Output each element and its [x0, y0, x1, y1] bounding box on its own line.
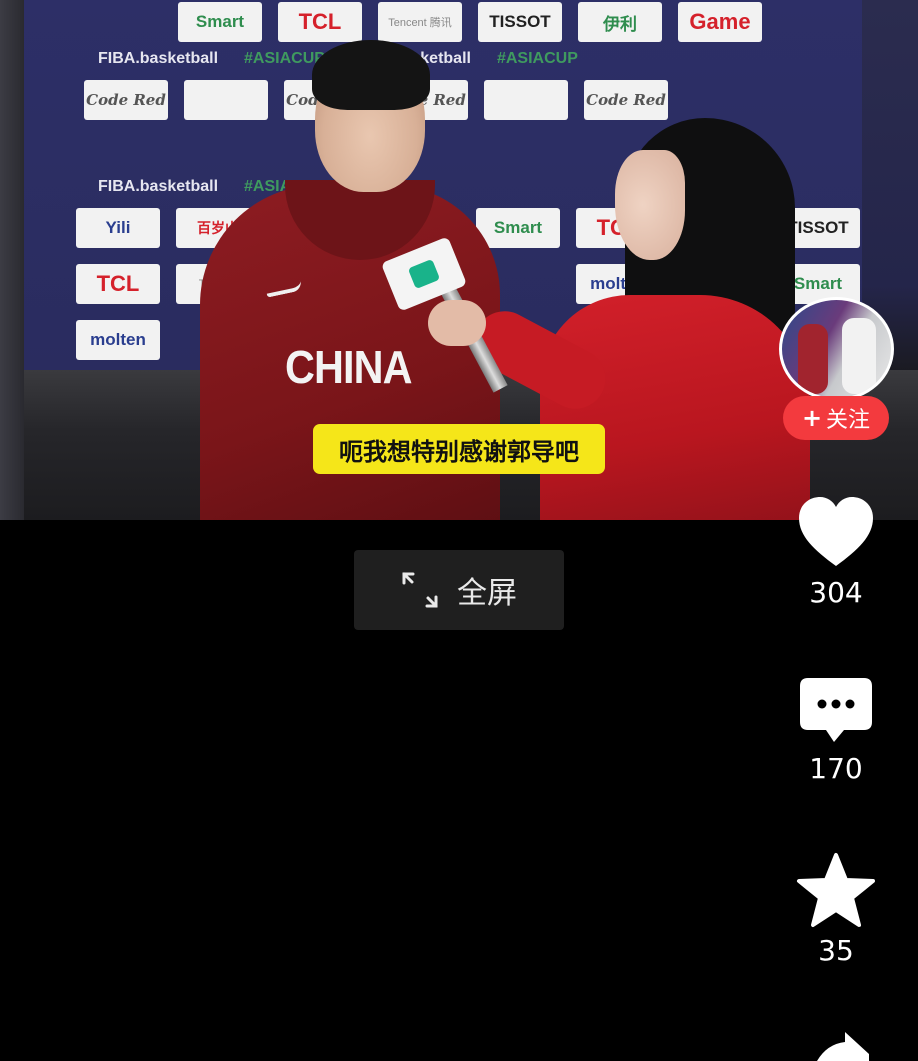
sponsor-logo: TCL [278, 2, 362, 42]
comment-button[interactable]: 170 [786, 676, 886, 785]
favorite-button[interactable]: 35 [786, 852, 886, 967]
follow-button[interactable]: + 关注 [783, 396, 889, 440]
avatar-figure [798, 324, 828, 394]
sponsor-logo: TISSOT [478, 2, 562, 42]
player-hair [312, 40, 430, 110]
pillar [0, 0, 24, 520]
sponsor-logo: Tencent 腾讯 [378, 2, 462, 42]
share-button[interactable] [815, 1030, 871, 1061]
backdrop-hashtag: #ASIACUP [244, 50, 325, 67]
sponsor-logo: molten [76, 320, 160, 360]
mic-logo-icon [407, 258, 441, 290]
sponsor-logo: Yili [76, 208, 160, 248]
author-avatar[interactable] [779, 297, 894, 401]
expand-icon [402, 572, 438, 608]
star-icon [797, 853, 875, 927]
comment-icon [800, 678, 872, 742]
like-button[interactable]: 304 [786, 494, 886, 609]
fullscreen-button[interactable]: 全屏 [354, 550, 564, 630]
favorite-count: 35 [818, 934, 854, 967]
sponsor-logo: Code Red [584, 80, 668, 120]
sponsor-logo: 伊利 [578, 2, 662, 42]
interviewer-face [615, 150, 685, 260]
video-player[interactable]: Smart TCL Tencent 腾讯 TISSOT 伊利 Game FIBA… [0, 0, 918, 520]
comment-count: 170 [809, 752, 863, 785]
backdrop-text: FIBA.basketball [98, 50, 219, 67]
plus-icon: + [801, 404, 823, 432]
avatar-figure [842, 318, 876, 394]
fullscreen-label: 全屏 [457, 576, 517, 611]
backdrop-text: FIBA.basketball [98, 178, 219, 195]
share-icon [817, 1032, 869, 1061]
sponsor-logo: TCL [76, 264, 160, 304]
follow-label: 关注 [826, 408, 871, 433]
backdrop-hashtag: #ASIACUP [496, 50, 578, 67]
jersey-text: CHINA [285, 341, 413, 393]
sponsor-logo: Smart [178, 2, 262, 42]
sponsor-logo: Smart [476, 208, 560, 248]
sponsor-logo: Code Red [84, 80, 168, 120]
subtitle-caption: 呃我想特别感谢郭导吧 [313, 424, 605, 474]
interviewer-hand [428, 300, 486, 346]
sponsor-logo [184, 80, 268, 120]
sponsor-logo [484, 80, 568, 120]
like-count: 304 [809, 576, 863, 609]
sponsor-logo: Game [678, 2, 762, 42]
heart-icon [799, 497, 873, 566]
